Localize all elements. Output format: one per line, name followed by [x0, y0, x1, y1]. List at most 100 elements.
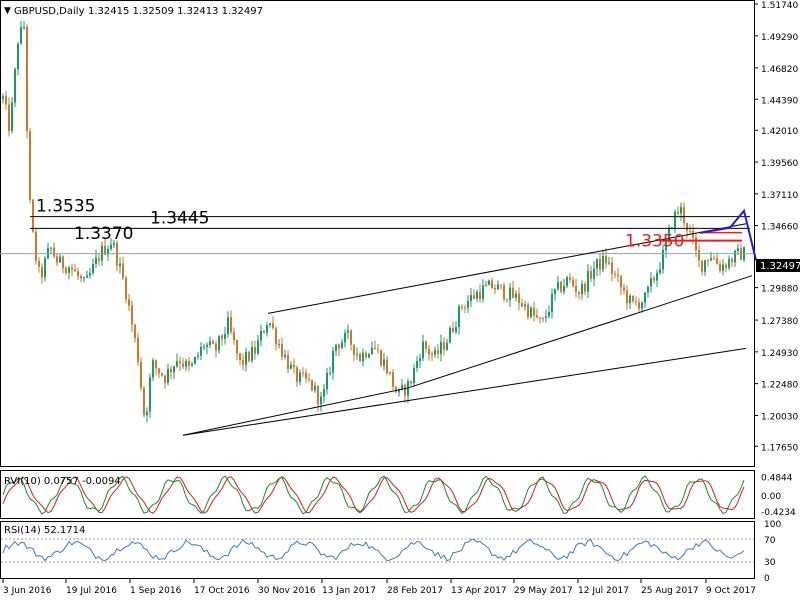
- candle-body: [140, 361, 142, 389]
- candle-body: [626, 290, 628, 304]
- candle-body: [254, 347, 256, 354]
- candle-body: [275, 328, 277, 345]
- candle-body: [86, 275, 88, 278]
- rsi-tick-label: 70: [764, 536, 776, 546]
- candle-body: [296, 367, 298, 382]
- candle-body: [482, 285, 484, 299]
- candle-body: [272, 323, 274, 329]
- candle-body: [494, 287, 496, 290]
- candle-body: [464, 307, 466, 309]
- candle-body: [236, 340, 238, 354]
- price-annotation: 1.3535: [36, 197, 95, 217]
- candle-body: [566, 277, 568, 286]
- candle-body: [506, 299, 508, 301]
- candle-body: [260, 330, 262, 341]
- candle-body: [737, 248, 739, 251]
- candle-body: [188, 361, 190, 366]
- candle-body: [284, 354, 286, 357]
- candle-body: [167, 369, 169, 383]
- candle-body: [245, 351, 247, 365]
- candle-body: [119, 263, 121, 266]
- candle-body: [326, 372, 328, 390]
- y-tick-label: 1.20030: [761, 412, 798, 422]
- candle-body: [161, 373, 163, 376]
- candle-body: [239, 353, 241, 361]
- candle-body: [446, 342, 448, 350]
- candle-body: [230, 317, 232, 333]
- candle-body: [59, 256, 61, 263]
- candle-body: [434, 350, 436, 355]
- y-tick-label: 1.24930: [761, 349, 798, 359]
- rsi-title: RSI(14) 52.1714: [4, 525, 85, 536]
- candle-body: [497, 284, 499, 290]
- candle-body: [98, 257, 100, 261]
- candle-body: [182, 363, 184, 367]
- candle-body: [2, 96, 4, 99]
- candle-body: [110, 244, 112, 249]
- candle-body: [509, 287, 511, 301]
- y-tick-label: 1.17650: [761, 443, 798, 453]
- candle-body: [731, 259, 733, 263]
- candle-body: [686, 223, 688, 231]
- y-tick-label: 1.51740: [761, 1, 798, 11]
- candle-body: [50, 247, 52, 249]
- x-tick-label: 12 Jul 2017: [578, 586, 629, 596]
- x-tick-label: 25 Aug 2017: [641, 586, 699, 596]
- candle-body: [515, 293, 517, 298]
- candle-body: [329, 372, 331, 374]
- candle-body: [623, 287, 625, 291]
- candle-body: [134, 324, 136, 339]
- candle-body: [179, 361, 181, 364]
- candle-body: [176, 361, 178, 367]
- candle-body: [44, 258, 46, 278]
- candle-body: [305, 373, 307, 379]
- candle-body: [5, 96, 7, 105]
- candle-body: [650, 278, 652, 287]
- candle-body: [248, 351, 250, 361]
- candle-body: [212, 341, 214, 344]
- candle-body: [338, 344, 340, 349]
- candle-body: [335, 344, 337, 351]
- y-tick-label: 1.34660: [761, 223, 798, 233]
- candle-body: [635, 301, 637, 303]
- candle-body: [359, 353, 361, 362]
- x-tick-label: 3 Jun 2016: [3, 586, 52, 596]
- candle-body: [281, 344, 283, 357]
- candle-body: [152, 360, 154, 378]
- candle-body: [560, 281, 562, 292]
- candle-body: [341, 342, 343, 349]
- candle-body: [728, 259, 730, 268]
- candle-body: [350, 330, 352, 345]
- y-tick-label: 1.29880: [761, 285, 798, 295]
- candle-body: [23, 27, 25, 29]
- candle-body: [278, 344, 280, 346]
- candle-body: [575, 285, 577, 293]
- candle-body: [725, 264, 727, 268]
- candle-body: [587, 271, 589, 292]
- candle-body: [512, 287, 514, 298]
- candle-body: [713, 258, 715, 260]
- candle-body: [542, 317, 544, 319]
- candle-body: [71, 267, 73, 270]
- x-tick-label: 13 Apr 2017: [451, 586, 507, 596]
- candle-body: [722, 264, 724, 271]
- candle-body: [449, 328, 451, 343]
- candle-body: [149, 377, 151, 412]
- candle-body: [290, 364, 292, 369]
- candle-body: [77, 271, 79, 277]
- candle-body: [62, 256, 64, 269]
- candle-body: [674, 211, 676, 228]
- candle-body: [128, 299, 130, 306]
- header-symbol: GBPUSD,Daily: [14, 6, 85, 17]
- candle-body: [476, 291, 478, 299]
- candle-body: [599, 258, 601, 270]
- candle-body: [83, 277, 85, 279]
- candle-body: [173, 366, 175, 373]
- candle-body: [605, 255, 607, 264]
- candle-body: [158, 368, 160, 374]
- candle-body: [500, 284, 502, 286]
- candle-body: [323, 389, 325, 397]
- candle-body: [518, 293, 520, 304]
- candle-body: [548, 311, 550, 317]
- candle-body: [251, 347, 253, 361]
